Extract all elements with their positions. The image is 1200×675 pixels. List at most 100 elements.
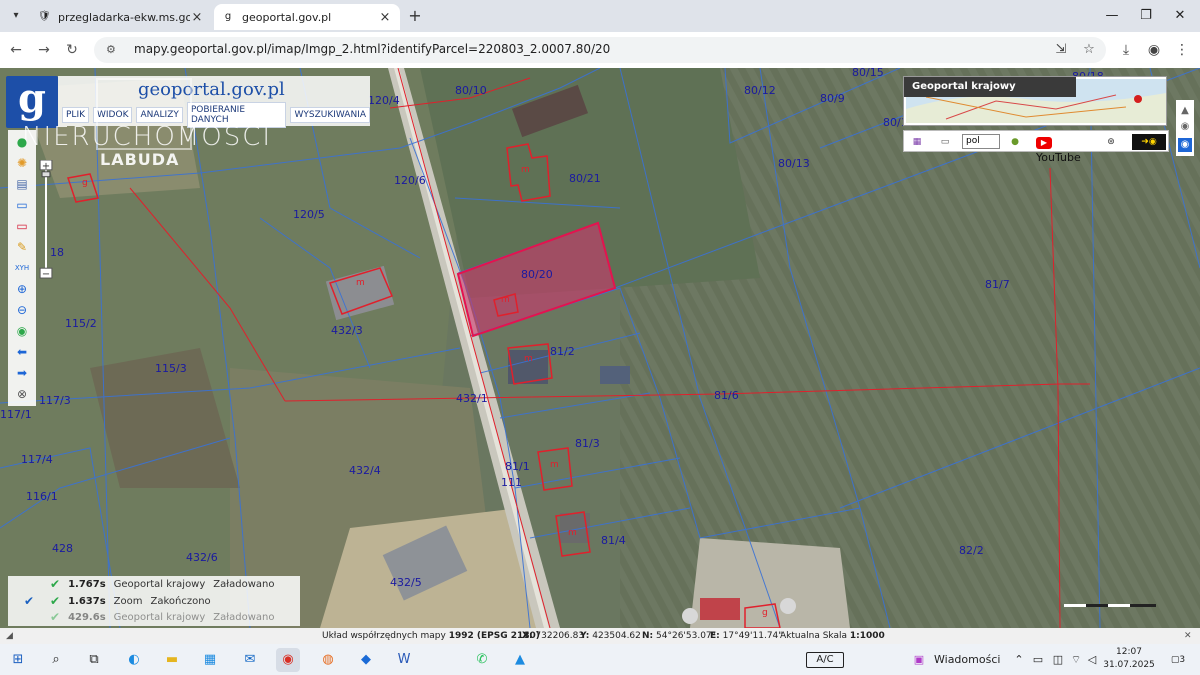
parcel-label: 432/1 xyxy=(456,392,488,405)
address-bar[interactable]: ⚙ mapy.geoportal.gov.pl/imap/Imgp_2.html… xyxy=(94,37,1106,63)
building-marker: m xyxy=(550,460,559,470)
forward-icon[interactable]: → xyxy=(34,40,54,60)
zoom-out-icon[interactable]: ⊖ xyxy=(14,302,30,318)
close-window-button[interactable]: ✕ xyxy=(1160,4,1200,28)
parcel-label: 81/3 xyxy=(575,437,600,450)
close-tab-icon[interactable]: × xyxy=(378,10,392,25)
whatsapp-icon[interactable]: ✆ xyxy=(470,648,494,672)
battery-icon[interactable]: ▭ xyxy=(1030,650,1046,670)
globe-icon[interactable]: ◉ xyxy=(14,323,30,339)
parcel-label: 116/1 xyxy=(26,490,58,503)
zoom-in-icon[interactable]: ⊕ xyxy=(14,281,30,297)
status-row: ✔ 1.637s Zoom Zakończono xyxy=(50,593,211,609)
parcel-label: 111 xyxy=(501,476,522,489)
firefox-icon[interactable]: ◍ xyxy=(316,648,340,672)
search-icon[interactable]: ⌕ xyxy=(44,648,68,672)
legend-icon[interactable]: ▤ xyxy=(14,176,30,192)
print-icon[interactable]: ▦ xyxy=(910,134,924,150)
building-marker: m xyxy=(521,165,530,175)
network-icon[interactable]: ◫ xyxy=(1050,650,1066,670)
notification-icon[interactable]: ▢3 xyxy=(1168,650,1188,670)
status-source: Geoportal krajowy xyxy=(113,611,206,623)
tab-ekw[interactable]: 🛡 przegladarka-ekw.ms.gov.pl/e × xyxy=(30,4,212,30)
eye-small-icon[interactable]: ◉ xyxy=(1178,120,1192,134)
building-marker: m xyxy=(568,528,577,538)
tab-geoportal[interactable]: g geoportal.gov.pl × xyxy=(214,4,400,30)
news-label[interactable]: Wiadomości xyxy=(934,650,1000,670)
wifi-icon[interactable]: ⌔ xyxy=(1068,650,1084,670)
language-select[interactable]: pol xyxy=(962,134,1000,149)
parcel-label: 81/1 xyxy=(505,460,530,473)
rss-icon[interactable]: ▭ xyxy=(936,134,954,150)
close-tab-icon[interactable]: × xyxy=(190,10,204,25)
bookmark-star-icon[interactable]: ☆ xyxy=(1080,41,1098,59)
layers-icon[interactable]: ✺ xyxy=(14,155,30,171)
chrome-icon[interactable]: ◉ xyxy=(276,648,300,672)
pl-eagle-icon: 🛡 xyxy=(38,11,51,22)
resize-corner-icon[interactable]: ◢ xyxy=(6,628,13,644)
up-arrow-icon[interactable]: ▲ xyxy=(1178,104,1192,118)
back-arrow-icon[interactable]: ⬅ xyxy=(14,344,30,360)
url-text[interactable]: mapy.geoportal.gov.pl/imap/Imgp_2.html?i… xyxy=(134,42,610,56)
pencil-icon[interactable]: ✎ xyxy=(14,239,30,255)
forward-arrow-icon[interactable]: ➡ xyxy=(14,365,30,381)
svg-text:+: + xyxy=(42,161,50,172)
contrast-eye-icon[interactable]: ➜◉ xyxy=(1132,134,1166,150)
geoportal-logo[interactable]: g xyxy=(6,76,58,128)
status-state: Zakończono xyxy=(150,595,211,607)
windows-taskbar: ⊞ ⌕ ⧉ ◐ ▬ ▦ ✉ ◉ ◍ ◆ W ✆ ▲ A/C ▣ Wiadomoś… xyxy=(0,644,1200,675)
parcel-label: 428 xyxy=(52,542,73,555)
select-red-icon[interactable]: ▭ xyxy=(14,218,30,234)
reload-icon[interactable]: ↻ xyxy=(62,40,82,60)
zoom-slider[interactable]: + − xyxy=(38,160,54,280)
site-info-icon[interactable]: ⚙ xyxy=(106,43,120,57)
loading-status-panel: ✔ ✔ 1.767s Geoportal krajowy Załadowano … xyxy=(8,576,300,626)
building-marker: m xyxy=(501,295,510,305)
outlook-icon[interactable]: ✉ xyxy=(238,648,262,672)
coord-x: X: 732206.83 xyxy=(522,628,584,644)
check-icon: ✔ xyxy=(50,577,61,591)
photos-icon[interactable]: ▲ xyxy=(508,648,532,672)
download-icon[interactable]: ⤓ xyxy=(1116,40,1136,60)
parcel-label: 80/9 xyxy=(820,92,845,105)
menu-item-plik[interactable]: PLIK xyxy=(62,107,89,123)
info-icon[interactable]: ● xyxy=(14,134,30,150)
status-state: Załadowano xyxy=(213,611,275,623)
tray-chevron-icon[interactable]: ⌃ xyxy=(1012,650,1026,670)
task-view-icon[interactable]: ⧉ xyxy=(82,648,106,672)
tab-list-dropdown[interactable]: ▾ xyxy=(6,6,26,26)
overview-title: Geoportal krajowy xyxy=(904,77,1076,97)
youtube-link[interactable]: ▶ YouTube xyxy=(1036,134,1094,164)
overview-map-panel[interactable]: Geoportal krajowy xyxy=(903,76,1167,126)
youtube-play-icon: ▶ xyxy=(1036,137,1052,149)
edge-icon[interactable]: ◐ xyxy=(122,648,146,672)
coord-x-label: X: xyxy=(522,631,533,641)
windows-start-icon[interactable]: ⊞ xyxy=(6,648,30,672)
menu-kebab-icon[interactable]: ⋮ xyxy=(1172,40,1192,60)
parcel-label: 81/6 xyxy=(714,389,739,402)
watermark-subtext: LABUDA xyxy=(100,150,180,169)
back-icon[interactable]: ← xyxy=(6,40,26,60)
select-icon[interactable]: ▭ xyxy=(14,197,30,213)
eye-toggle-icon[interactable]: ◉ xyxy=(1178,138,1192,152)
help-icon[interactable]: ● xyxy=(1008,134,1022,150)
coordinate-status-bar: ◢ Układ współrzędnych mapy 1992 (EPSG 21… xyxy=(0,628,1200,644)
word-icon[interactable]: W xyxy=(392,648,416,672)
ac-status[interactable]: A/C xyxy=(806,652,844,668)
tab-title: geoportal.gov.pl xyxy=(242,10,332,24)
file-explorer-icon[interactable]: ▬ xyxy=(160,648,184,672)
app-shield-icon[interactable]: ◆ xyxy=(354,648,378,672)
xyz-icon[interactable]: XYH xyxy=(14,260,30,276)
measure-icon[interactable]: ⊗ xyxy=(14,386,30,402)
install-app-icon[interactable]: ⇲ xyxy=(1052,41,1070,59)
accessibility-icon[interactable]: ⊛ xyxy=(1104,134,1118,150)
store-icon[interactable]: ▦ xyxy=(198,648,222,672)
collapse-icon[interactable]: ✕ xyxy=(1184,628,1192,644)
map-canvas[interactable]: 80/10 120/4 80/12 80/9 80/15 80/18 80/14… xyxy=(0,68,1200,628)
parcel-label: 80/15 xyxy=(852,68,884,79)
new-tab-button[interactable]: + xyxy=(405,6,425,26)
profile-icon[interactable]: ◉ xyxy=(1144,40,1164,60)
menu-item-wyszukiwania[interactable]: WYSZUKIWANIA xyxy=(290,107,370,123)
news-icon[interactable]: ▣ xyxy=(910,650,928,670)
clock[interactable]: 12:07 31.07.2025 xyxy=(1098,646,1160,674)
